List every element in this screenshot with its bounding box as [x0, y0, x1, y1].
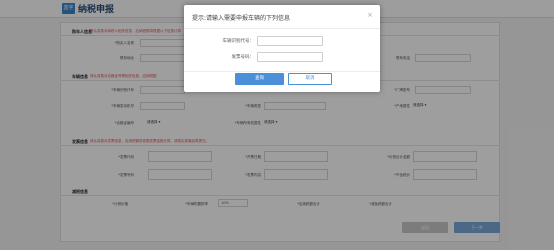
dialog-vin-label: 车辆识别代号： [222, 39, 255, 44]
dialog-invoice-input[interactable] [257, 52, 323, 62]
divider [184, 71, 380, 72]
vehicle-query-dialog: 提示:请输入需要申报车辆的下列信息 × 车辆识别代号： 发票号码： 查询 取消 [184, 5, 380, 92]
cancel-button[interactable]: 取消 [288, 73, 332, 85]
dialog-invoice-label: 发票号码： [231, 55, 255, 60]
dialog-vin-input[interactable] [257, 36, 323, 46]
divider [184, 28, 380, 29]
query-button[interactable]: 查询 [235, 73, 284, 85]
dialog-title: 提示:请输入需要申报车辆的下列信息 [192, 15, 291, 22]
close-icon[interactable]: × [367, 11, 373, 19]
